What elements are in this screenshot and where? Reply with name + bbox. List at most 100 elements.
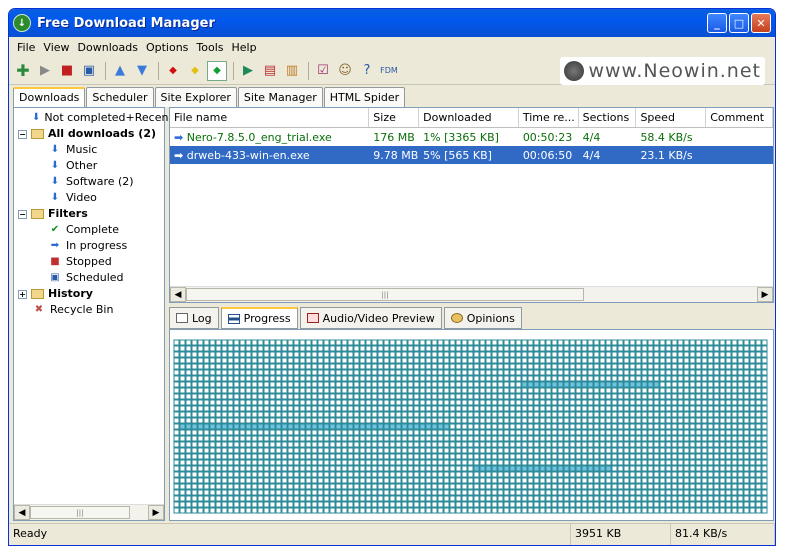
menu-view[interactable]: View (39, 41, 73, 54)
scroll-thumb[interactable]: ||| (30, 506, 130, 519)
title-bar[interactable]: ↓ Free Download Manager _ □ ✕ (9, 9, 775, 37)
list-rows: ➡ Nero-7.8.5.0_eng_trial.exe 176 MB 1% [33… (170, 128, 773, 164)
column-size[interactable]: Size (369, 108, 420, 127)
community-icon[interactable]: ☺ (335, 61, 355, 81)
file-name-cell: ➡ Nero-7.8.5.0_eng_trial.exe (170, 131, 369, 144)
column-speed[interactable]: Speed (636, 108, 707, 127)
traffic-low-icon[interactable]: ◆ (207, 60, 227, 81)
tree-item-label: In progress (66, 239, 128, 252)
move-down-icon[interactable]: ▼ (132, 61, 152, 81)
table-cell: 23.1 KB/s (640, 148, 693, 162)
close-button[interactable]: ✕ (751, 13, 771, 33)
opinions-icon (450, 313, 463, 323)
schedule-icon[interactable]: ▣ (79, 61, 99, 81)
column-time-remaining[interactable]: Time re... (519, 108, 579, 127)
scroll-left-button[interactable]: ◀ (170, 287, 186, 302)
tree-item[interactable]: − Filters (18, 206, 164, 222)
preferences-icon[interactable]: ☑ (313, 61, 333, 81)
tree-item[interactable]: − All downloads (2) (18, 126, 164, 142)
play-media-icon[interactable]: ▶ (238, 61, 258, 81)
tab-site-explorer[interactable]: Site Explorer (154, 87, 237, 107)
file-name-cell: ➡ drweb-433-win-en.exe (170, 149, 369, 162)
tree-item[interactable]: ⬇ Software (2) (18, 174, 164, 190)
tab-progress[interactable]: Progress (220, 307, 298, 329)
folder-icon (30, 128, 44, 140)
menu-options[interactable]: Options (142, 41, 192, 54)
tree-item[interactable]: ✔ Complete (18, 222, 164, 238)
download-arrow-icon: ⬇ (50, 176, 60, 187)
stop-icon[interactable]: ■ (57, 61, 77, 81)
traffic-medium-icon[interactable]: ◆ (185, 61, 205, 81)
column-comment[interactable]: Comment (706, 108, 773, 127)
download-status-icon: ➡ (174, 130, 187, 144)
download-arrow-icon: ⬇ (32, 112, 41, 123)
tree-item[interactable]: ✖ Recycle Bin (18, 302, 164, 318)
table-cell: 1% [3365 KB] (423, 130, 499, 144)
tree-item[interactable]: ⬇ Music (18, 142, 164, 158)
tree-item-label: Stopped (66, 255, 112, 268)
tree-items: ⬇ Not completed+Recen − All downloads (2) ⬇ M… (14, 108, 168, 318)
table-cell: 58.4 KB/s (640, 130, 693, 144)
watermark-text: www.Neowin.net (588, 60, 761, 82)
menu-tools[interactable]: Tools (192, 41, 227, 54)
column-file-name[interactable]: File name (170, 108, 370, 127)
column-sections[interactable]: Sections (579, 108, 637, 127)
fdm-icon[interactable]: FDM (379, 61, 399, 81)
tree-scrollbar[interactable]: ◀ ||| ▶ (14, 504, 164, 520)
table-row[interactable]: ➡ Nero-7.8.5.0_eng_trial.exe 176 MB 1% [33… (170, 128, 773, 146)
tree-item[interactable]: ▣ Scheduled (18, 270, 164, 286)
tree-expander[interactable]: − (18, 129, 27, 139)
menu-downloads[interactable]: Downloads (74, 41, 142, 54)
tree-item-label: Recycle Bin (50, 303, 114, 316)
tree-item-label: Music (66, 143, 98, 156)
download-arrow-icon: ⬇ (50, 160, 60, 171)
tab-log[interactable]: Log (169, 307, 219, 329)
sections-icon[interactable]: ▥ (282, 61, 302, 81)
delete-icon[interactable]: ▤ (260, 61, 280, 81)
toolbar-separator (105, 61, 106, 80)
scroll-right-button[interactable]: ▶ (148, 505, 164, 520)
scroll-thumb[interactable]: ||| (186, 288, 584, 301)
tab-scheduler[interactable]: Scheduler (86, 87, 154, 107)
tree-item[interactable]: ⬇ Other (18, 158, 164, 174)
table-cell: 4/4 (582, 130, 601, 144)
column-downloaded[interactable]: Downloaded (419, 108, 519, 127)
tree-item[interactable]: ⬇ Video (18, 190, 164, 206)
traffic-high-icon[interactable]: ◆ (163, 61, 183, 81)
move-up-icon[interactable]: ▲ (110, 61, 130, 81)
tree-expander[interactable]: + (18, 289, 27, 299)
toolbar-separator (308, 61, 309, 80)
add-download-icon[interactable]: ✚ (13, 61, 33, 81)
scroll-right-button[interactable]: ▶ (757, 287, 773, 302)
help-icon[interactable]: ? (357, 61, 377, 81)
tab-log-label: Log (192, 311, 212, 325)
maximize-button[interactable]: □ (729, 13, 749, 33)
tree-item[interactable]: ⬇ Not completed+Recen (18, 110, 168, 126)
list-scrollbar[interactable]: ◀ ||| ▶ (170, 286, 773, 302)
minimize-button[interactable]: _ (707, 13, 727, 33)
tab-site-manager[interactable]: Site Manager (237, 87, 323, 107)
tree-item-label: All downloads (2) (48, 127, 157, 140)
status-size: 3951 KB (571, 524, 671, 545)
start-icon[interactable]: ▶ (35, 61, 55, 81)
tab-html-spider[interactable]: HTML Spider (323, 87, 406, 107)
tab-opinions[interactable]: Opinions (443, 307, 522, 329)
tab-downloads[interactable]: Downloads (13, 87, 86, 107)
status-text: Ready (9, 524, 571, 545)
menu-help[interactable]: Help (228, 41, 261, 54)
tree-expander[interactable]: − (18, 209, 27, 219)
tree-item[interactable]: ■ Stopped (18, 254, 164, 270)
tree-item[interactable]: ➡ In progress (18, 238, 164, 254)
tree-item-label: History (48, 287, 93, 300)
menu-file[interactable]: File (13, 41, 39, 54)
tree-item-label: Scheduled (66, 271, 124, 284)
tree-item[interactable]: + History (18, 286, 164, 302)
video-icon (306, 313, 319, 323)
tab-audio-video-preview[interactable]: Audio/Video Preview (299, 307, 442, 329)
table-row[interactable]: ➡ drweb-433-win-en.exe 9.78 MB 5% [565 KB]… (170, 146, 773, 164)
window-title: Free Download Manager (37, 15, 215, 31)
folder-icon (30, 208, 44, 220)
toolbar: ✚ ▶ ■ ▣ ▲ ▼ ◆ ◆ ◆ ▶ ▤ ▥ ☑ ☺ ? FDM www.Ne… (9, 57, 775, 85)
watermark: www.Neowin.net (560, 57, 765, 85)
scroll-left-button[interactable]: ◀ (14, 505, 30, 520)
